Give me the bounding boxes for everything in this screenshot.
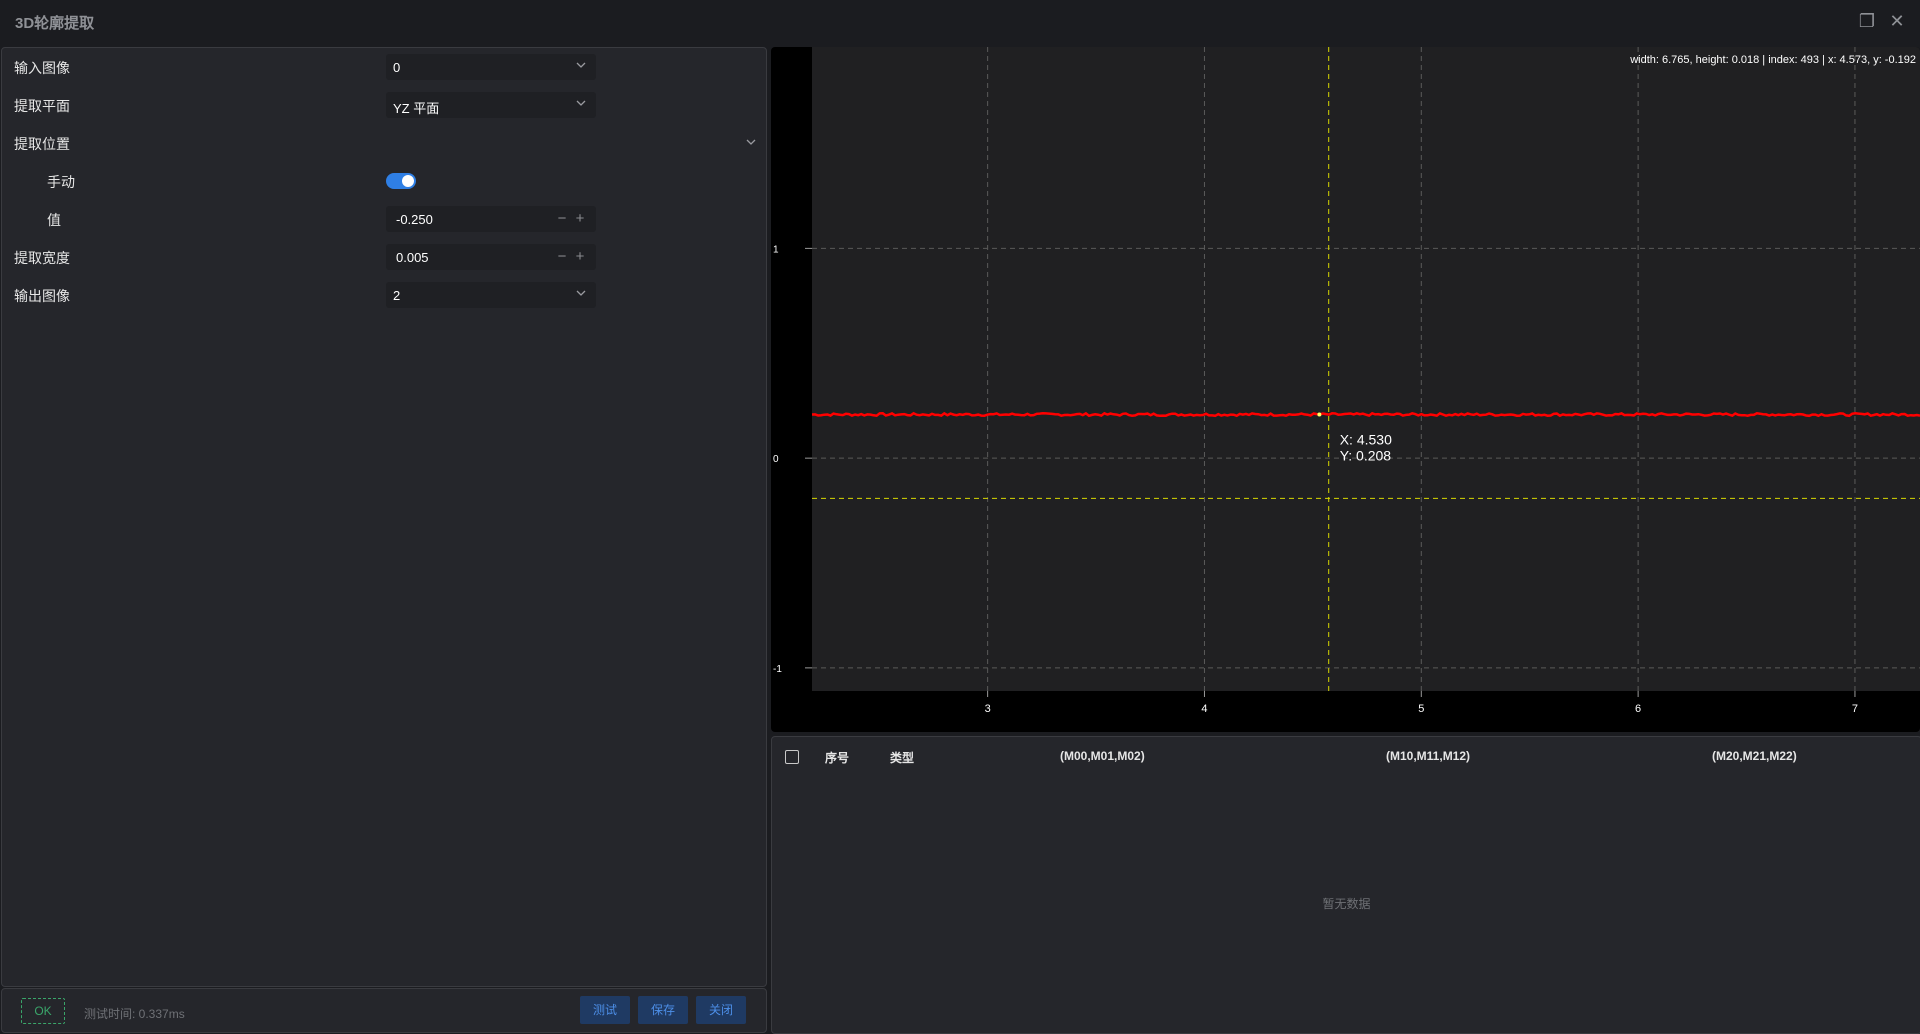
x-tick-label: 3 <box>985 703 991 715</box>
restore-icon[interactable]: ❐ <box>1856 10 1878 32</box>
profile-chart-panel[interactable]: 3 4 5 6 7 1 0 -1 X: 4.530 Y: 0.208 width: 6.765, … <box>771 47 1920 732</box>
column-header-type: 类型 <box>890 751 915 765</box>
profile-chart[interactable]: 3 4 5 6 7 1 0 -1 X: 4.530Y: 0.208 <box>771 47 1920 732</box>
param-extract-width: 提取宽度 0.005 − + <box>2 238 762 274</box>
save-button[interactable]: 保存 <box>638 996 688 1024</box>
matrix-table: 序号 类型 (M00,M01,M02) (M10,M11,M12) (M20,M… <box>771 736 1920 1034</box>
marker-point <box>1317 412 1322 417</box>
select-all-checkbox[interactable] <box>785 750 799 764</box>
footer-bar: OK 测试时间: 0.337ms 测试 保存 关闭 <box>1 988 767 1033</box>
chevron-down-icon <box>576 290 586 296</box>
column-header-m1: (M10,M11,M12) <box>1386 749 1471 763</box>
y-tick-label: -1 <box>773 664 782 675</box>
value-label: 值 <box>47 212 61 228</box>
extract-plane-select[interactable]: YZ 平面 <box>386 92 596 118</box>
plus-icon[interactable]: + <box>572 248 588 266</box>
value-value: -0.250 <box>396 212 433 227</box>
output-image-label: 输出图像 <box>14 288 70 304</box>
manual-toggle[interactable] <box>386 173 416 189</box>
y-tick-label: 1 <box>773 244 779 255</box>
column-header-m2: (M20,M21,M22) <box>1712 749 1797 763</box>
extract-width-label: 提取宽度 <box>14 250 70 266</box>
plus-icon[interactable]: + <box>572 210 588 228</box>
manual-label: 手动 <box>47 174 75 190</box>
extract-plane-value: YZ 平面 <box>393 101 440 116</box>
extract-position-label: 提取位置 <box>14 136 70 152</box>
title-bar: 3D轮廓提取 ❐ ✕ <box>0 0 1920 45</box>
chart-info-readout: width: 6.765, height: 0.018 | index: 493… <box>1630 54 1916 66</box>
param-extract-position[interactable]: 提取位置 <box>2 124 762 160</box>
window-title: 3D轮廓提取 <box>15 15 95 32</box>
close-icon[interactable]: ✕ <box>1886 10 1908 32</box>
input-image-label: 输入图像 <box>14 60 70 76</box>
chevron-down-icon <box>576 62 586 68</box>
minus-icon[interactable]: − <box>554 248 570 266</box>
param-extract-plane: 提取平面 YZ 平面 <box>2 86 762 122</box>
param-output-image: 输出图像 2 <box>2 276 762 312</box>
param-manual: 手动 <box>2 162 762 198</box>
status-badge: OK <box>21 998 65 1024</box>
plot-area <box>812 47 1920 691</box>
output-image-select[interactable]: 2 <box>386 282 596 308</box>
params-panel: 输入图像 0 提取平面 YZ 平面 提取位置 手动 值 -0.250 − + 提… <box>1 47 767 987</box>
y-tick-label: 0 <box>773 454 779 465</box>
x-tick-label: 6 <box>1635 703 1641 715</box>
extract-width-input[interactable]: 0.005 − + <box>386 244 596 270</box>
close-button[interactable]: 关闭 <box>696 996 746 1024</box>
chevron-down-icon[interactable] <box>744 135 758 149</box>
marker-y-label: Y: 0.208 <box>1340 448 1392 464</box>
extract-plane-label: 提取平面 <box>14 98 70 114</box>
param-value: 值 -0.250 − + <box>2 200 762 236</box>
test-button[interactable]: 测试 <box>580 996 630 1024</box>
output-image-value: 2 <box>393 288 401 303</box>
test-time-text: 测试时间: 0.337ms <box>84 1007 185 1021</box>
empty-state-text: 暂无数据 <box>1322 897 1371 911</box>
profile-series-line <box>811 411 1920 418</box>
x-tick-label: 4 <box>1201 703 1207 715</box>
value-input[interactable]: -0.250 − + <box>386 206 596 232</box>
x-tick-label: 5 <box>1418 703 1424 715</box>
extract-width-value: 0.005 <box>396 250 429 265</box>
marker-x-label: X: 4.530 <box>1340 432 1392 448</box>
param-input-image: 输入图像 0 <box>2 48 762 84</box>
chevron-down-icon <box>576 100 586 106</box>
column-header-index: 序号 <box>825 751 850 765</box>
x-tick-label: 7 <box>1852 703 1858 715</box>
input-image-value: 0 <box>393 60 401 75</box>
toggle-knob <box>402 175 414 187</box>
column-header-m0: (M00,M01,M02) <box>1060 749 1145 763</box>
minus-icon[interactable]: − <box>554 210 570 228</box>
input-image-select[interactable]: 0 <box>386 54 596 80</box>
